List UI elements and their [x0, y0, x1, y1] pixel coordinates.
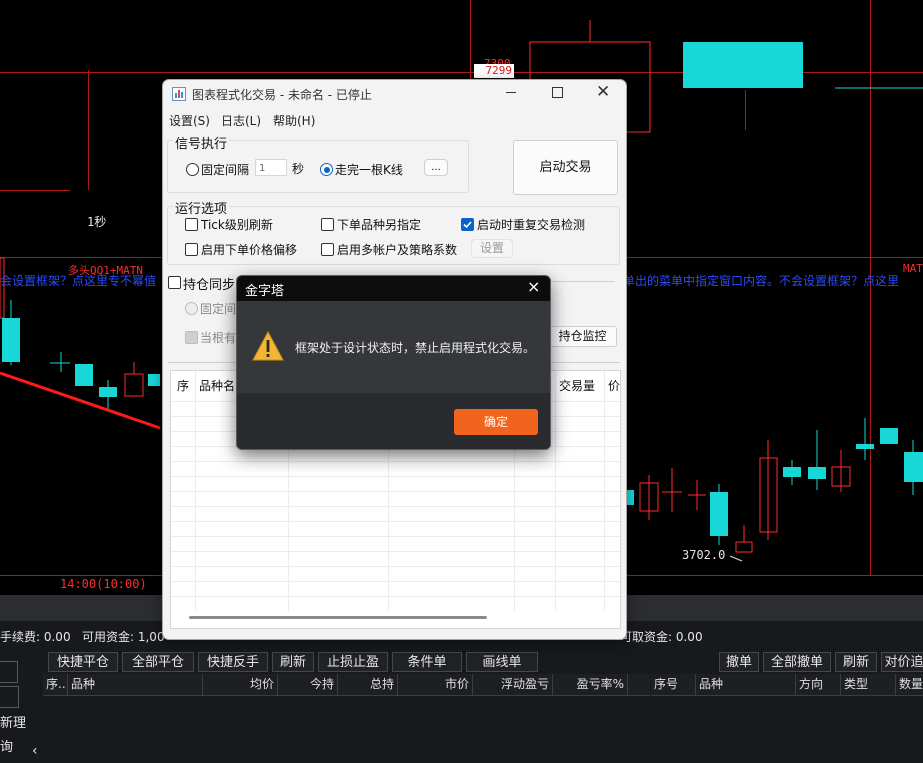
- seconds-label: 秒: [292, 162, 305, 176]
- tick-refresh-label: Tick级别刷新: [201, 218, 273, 232]
- refresh-button[interactable]: 刷新: [272, 652, 314, 672]
- fixed-interval-radio[interactable]: [186, 163, 199, 176]
- tick-refresh-checkbox[interactable]: [185, 218, 198, 231]
- marquee-left[interactable]: 会设置框架？点这里专不幂值: [0, 272, 156, 289]
- horizontal-scrollbar[interactable]: [189, 616, 487, 619]
- time-axis-label: 14:00(10:00): [60, 577, 147, 591]
- settings-button[interactable]: 设置: [471, 239, 513, 258]
- price-tag: 7299: [474, 64, 514, 78]
- dup-check-label: 启动时重复交易检测: [477, 218, 586, 232]
- available-funds-label: 可用资金: 1,00: [82, 630, 165, 644]
- pos-sync-label: 持仓同步: [183, 278, 236, 293]
- candle: [880, 428, 898, 444]
- col-index[interactable]: 序: [177, 377, 189, 394]
- collapse-chevron-icon[interactable]: ‹: [32, 743, 38, 759]
- menu-help[interactable]: 帮助(H): [273, 112, 315, 129]
- candle: [148, 374, 160, 386]
- col-order-symbol[interactable]: 品种: [696, 674, 796, 695]
- order-symbol-checkbox[interactable]: [321, 218, 334, 231]
- alert-message: 框架处于设计状态时，禁止启用程式化交易。: [295, 341, 536, 355]
- low-price-label: 3702.0: [682, 548, 726, 562]
- app-chart-icon: [172, 87, 186, 101]
- chase-price-button[interactable]: 对价追: [881, 652, 923, 672]
- indicator-label-right: MATN: [903, 262, 923, 275]
- cancel-all-button[interactable]: 全部撤单: [763, 652, 831, 672]
- candle: [683, 42, 803, 88]
- pos-fixed-label: 固定间: [200, 302, 237, 316]
- col-order-direction[interactable]: 方向: [796, 674, 841, 695]
- col-product-name[interactable]: 品种名: [199, 377, 235, 394]
- col-avg-price[interactable]: 均价: [203, 674, 278, 695]
- col-market-price[interactable]: 市价: [398, 674, 473, 695]
- menu-settings[interactable]: 设置(S): [169, 112, 210, 129]
- fee-label: 手续费: 0.00: [0, 630, 71, 644]
- ok-button[interactable]: 确定: [454, 409, 538, 435]
- col-order-seq[interactable]: 序号: [651, 674, 696, 695]
- pos-fixed-radio[interactable]: [185, 302, 198, 315]
- fixed-interval-label: 固定间隔: [201, 163, 250, 177]
- orders-refresh-button[interactable]: 刷新: [835, 652, 877, 672]
- run-options-label: 运行选项: [173, 198, 230, 217]
- conditional-order-button[interactable]: 条件单: [392, 652, 462, 672]
- candle: [735, 541, 753, 553]
- multi-account-checkbox[interactable]: [321, 243, 334, 256]
- pos-current-label: 当根有: [200, 331, 237, 345]
- col-seq[interactable]: 序..: [43, 674, 68, 695]
- alert-title-bar[interactable]: 金字塔 ×: [237, 276, 550, 301]
- interval-input[interactable]: 1: [255, 159, 287, 176]
- more-options-button[interactable]: ...: [424, 159, 448, 176]
- warning-icon: [252, 331, 284, 361]
- menu-log[interactable]: 日志(L): [221, 112, 261, 129]
- line-order-button[interactable]: 画线单: [466, 652, 538, 672]
- side-label-2: 询: [0, 740, 14, 755]
- interval-label: 1秒: [87, 215, 107, 229]
- alert-dialog: 金字塔 × 框架处于设计状态时，禁止启用程式化交易。 确定: [236, 275, 551, 450]
- col-price[interactable]: 价: [608, 377, 620, 394]
- start-trading-button[interactable]: 启动交易: [513, 140, 618, 195]
- pos-current-checkbox[interactable]: [185, 331, 198, 344]
- cancel-order-button[interactable]: 撤单: [719, 652, 759, 672]
- col-symbol[interactable]: 品种: [68, 674, 203, 695]
- col-today-hold[interactable]: 今持: [278, 674, 338, 695]
- quick-close-button[interactable]: 快捷平仓: [48, 652, 118, 672]
- withdrawable-funds-label: 可取资金: 0.00: [620, 630, 703, 644]
- side-label-1: 新理: [0, 716, 27, 731]
- pos-sync-checkbox[interactable]: [168, 276, 181, 289]
- price-offset-label: 启用下单价格偏移: [201, 243, 298, 257]
- alert-title: 金字塔: [245, 284, 285, 299]
- candle: [124, 373, 144, 397]
- maximize-icon[interactable]: [552, 87, 563, 98]
- minimize-icon[interactable]: [506, 85, 518, 99]
- multi-account-label: 启用多帐户及策略系数: [337, 243, 458, 257]
- signal-group-label: 信号执行: [173, 133, 230, 152]
- position-monitor-button[interactable]: 持仓监控: [548, 326, 617, 347]
- title-bar[interactable]: 图表程式化交易 - 未命名 - 已停止 ✕: [163, 80, 626, 108]
- col-pnl-rate[interactable]: 盈亏率%: [553, 674, 628, 695]
- order-symbol-label: 下单品种另指定: [337, 218, 422, 232]
- orders-table-header: 序号 品种 方向 类型 数量: [651, 674, 923, 696]
- bar-complete-radio[interactable]: [320, 163, 333, 176]
- col-order-type[interactable]: 类型: [841, 674, 896, 695]
- side-panel-box[interactable]: [0, 661, 18, 683]
- stop-loss-button[interactable]: 止损止盈: [318, 652, 388, 672]
- dup-check-checkbox[interactable]: [461, 218, 474, 231]
- quick-reverse-button[interactable]: 快捷反手: [198, 652, 268, 672]
- col-total-hold[interactable]: 总持: [338, 674, 398, 695]
- window-title: 图表程式化交易 - 未命名 - 已停止: [192, 88, 372, 102]
- price-offset-checkbox[interactable]: [185, 243, 198, 256]
- candle: [75, 364, 93, 386]
- alert-close-icon[interactable]: ×: [527, 277, 540, 296]
- positions-table-header: 序.. 品种 均价 今持 总持 市价 浮动盈亏 盈亏率%: [43, 674, 650, 696]
- close-icon[interactable]: ✕: [596, 82, 610, 102]
- col-order-qty[interactable]: 数量: [896, 674, 923, 695]
- bar-complete-label: 走完一根K线: [335, 163, 403, 177]
- col-volume[interactable]: 交易量: [559, 377, 595, 394]
- close-all-button[interactable]: 全部平仓: [122, 652, 194, 672]
- side-stepper[interactable]: [0, 686, 19, 708]
- col-float-pnl[interactable]: 浮动盈亏: [473, 674, 553, 695]
- marquee-right[interactable]: 单出的菜单中指定窗口内容。不会设置框架？点这里: [623, 272, 899, 289]
